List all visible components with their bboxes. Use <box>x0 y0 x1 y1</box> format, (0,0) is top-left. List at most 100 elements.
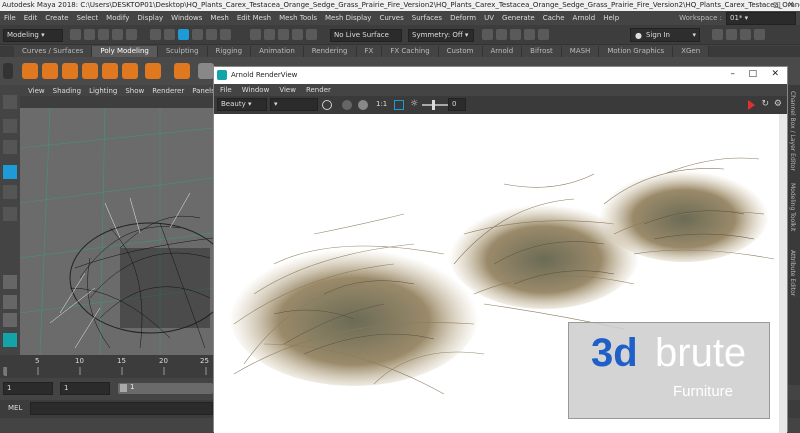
sign-in-button[interactable]: ● Sign In ▾ <box>630 28 700 42</box>
shelf-tab-fx-caching[interactable]: FX Caching <box>382 46 439 57</box>
alpha-channel-icon[interactable] <box>358 100 368 110</box>
shelf-tab-motion-graphics[interactable]: Motion Graphics <box>599 46 674 57</box>
menu-display[interactable]: Display <box>133 14 167 22</box>
viewport-menu-renderer[interactable]: Renderer <box>152 87 184 95</box>
close-icon[interactable]: ✕ <box>771 69 779 79</box>
tool-settings-toggle-icon[interactable] <box>740 29 751 40</box>
open-scene-icon[interactable] <box>84 29 95 40</box>
menu-modify[interactable]: Modify <box>102 14 133 22</box>
poly-platonic-icon[interactable] <box>174 63 190 79</box>
mode-dropdown[interactable]: Modeling ▾ <box>3 29 63 42</box>
menu-mesh-tools[interactable]: Mesh Tools <box>275 14 321 22</box>
rotate-tool-icon[interactable] <box>3 185 17 199</box>
mel-input[interactable] <box>30 402 213 415</box>
render-view-window[interactable]: Arnold RenderView – □ ✕ File Window View… <box>213 66 788 433</box>
viewport-panel[interactable]: View Shading Lighting Show Renderer Pane… <box>20 85 215 355</box>
shelf-tab-mash[interactable]: MASH <box>561 46 600 57</box>
menu-windows[interactable]: Windows <box>167 14 206 22</box>
snap-curve-icon[interactable] <box>264 29 275 40</box>
snap-point-icon[interactable] <box>278 29 289 40</box>
menu-edit-mesh[interactable]: Edit Mesh <box>233 14 275 22</box>
shelf-tab-bifrost[interactable]: Bifrost <box>522 46 562 57</box>
select-hierarchy-icon[interactable] <box>150 29 161 40</box>
shelf-tab-rigging[interactable]: Rigging <box>207 46 252 57</box>
shelf-menu-icon[interactable] <box>0 46 14 57</box>
viewport-menu-shading[interactable]: Shading <box>53 87 81 95</box>
save-scene-icon[interactable] <box>98 29 109 40</box>
render-settings-icon[interactable] <box>510 29 521 40</box>
shelf-tab-arnold[interactable]: Arnold <box>482 46 523 57</box>
poly-sphere-icon[interactable] <box>22 63 38 79</box>
rv-menu-file[interactable]: File <box>220 86 232 94</box>
rv-menu-view[interactable]: View <box>279 86 296 94</box>
poly-plane-icon[interactable] <box>122 63 138 79</box>
live-surface-dropdown[interactable]: No Live Surface <box>330 29 402 42</box>
poly-disc-icon[interactable] <box>145 63 161 79</box>
attribute-editor-toggle-icon[interactable] <box>726 29 737 40</box>
snap-plane-icon[interactable] <box>292 29 303 40</box>
mel-label[interactable]: MEL <box>8 404 22 412</box>
select-tool-icon[interactable] <box>3 95 17 109</box>
combine-icon[interactable] <box>198 63 214 79</box>
arnold-render-icon[interactable] <box>538 29 549 40</box>
minimize-icon[interactable]: – <box>756 0 770 9</box>
select-face-icon[interactable] <box>220 29 231 40</box>
undo-icon[interactable] <box>112 29 123 40</box>
gear-icon[interactable] <box>322 100 332 110</box>
range-bar[interactable]: 1 <box>118 383 213 394</box>
viewport-menu-lighting[interactable]: Lighting <box>89 87 117 95</box>
snap-surface-icon[interactable] <box>306 29 317 40</box>
menu-arnold[interactable]: Arnold <box>569 14 600 22</box>
menu-file[interactable]: File <box>0 14 20 22</box>
menu-create[interactable]: Create <box>41 14 72 22</box>
new-scene-icon[interactable] <box>70 29 81 40</box>
menu-help[interactable]: Help <box>599 14 623 22</box>
select-component-icon[interactable] <box>178 29 189 40</box>
rgb-channel-icon[interactable] <box>342 100 352 110</box>
shelf-tab-rendering[interactable]: Rendering <box>303 46 357 57</box>
poly-cylinder-icon[interactable] <box>62 63 78 79</box>
menu-surfaces[interactable]: Surfaces <box>408 14 446 22</box>
tab-modeling-toolkit[interactable]: Modeling Toolkit <box>789 183 796 231</box>
layout-four-icon[interactable] <box>3 295 17 309</box>
menu-select[interactable]: Select <box>73 14 103 22</box>
modeling-toolkit-toggle-icon[interactable] <box>712 29 723 40</box>
tab-channel-box[interactable]: Channel Box / Layer Editor <box>789 91 796 171</box>
menu-mesh[interactable]: Mesh <box>206 14 232 22</box>
channel-box-toggle-icon[interactable] <box>754 29 765 40</box>
menu-cache[interactable]: Cache <box>539 14 569 22</box>
zoom-ratio[interactable]: 1:1 <box>376 100 387 108</box>
exposure-field[interactable]: 0 <box>448 98 466 111</box>
menu-edit[interactable]: Edit <box>20 14 42 22</box>
symmetry-dropdown[interactable]: Symmetry: Off ▾ <box>408 29 474 42</box>
rv-menu-window[interactable]: Window <box>242 86 270 94</box>
rv-menu-render[interactable]: Render <box>306 86 331 94</box>
playback-start-field[interactable]: 1 <box>60 382 110 395</box>
shelf-tab-fx[interactable]: FX <box>356 46 383 57</box>
time-slider[interactable]: 5 10 15 20 25 <box>0 355 213 378</box>
settings-icon[interactable]: ⚙ <box>774 99 782 109</box>
viewport-menu-view[interactable]: View <box>28 87 45 95</box>
ipr-render-icon[interactable] <box>496 29 507 40</box>
workspace-dropdown[interactable]: 01* ▾ <box>726 11 796 25</box>
tab-attribute-editor[interactable]: Attribute Editor <box>789 250 796 296</box>
exposure-slider[interactable] <box>422 104 448 106</box>
menu-curves[interactable]: Curves <box>375 14 407 22</box>
camera-dropdown[interactable]: ▾ <box>270 98 318 111</box>
layout-single-icon[interactable] <box>3 275 17 289</box>
snap-grid-icon[interactable] <box>250 29 261 40</box>
exposure-handle[interactable] <box>432 100 435 110</box>
range-start-field[interactable]: 1 <box>3 382 53 395</box>
close-icon[interactable]: ✕ <box>784 0 798 9</box>
region-render-icon[interactable] <box>394 100 404 110</box>
viewport-menu-show[interactable]: Show <box>125 87 144 95</box>
shelf-tab-custom[interactable]: Custom <box>438 46 483 57</box>
maximize-icon[interactable]: □ <box>770 0 784 9</box>
minimize-icon[interactable]: – <box>731 69 736 79</box>
render-view-scrollbar[interactable] <box>779 114 787 433</box>
render-current-icon[interactable] <box>482 29 493 40</box>
menu-uv[interactable]: UV <box>480 14 498 22</box>
scale-tool-icon[interactable] <box>3 207 17 221</box>
poly-torus-icon[interactable] <box>102 63 118 79</box>
shelf-tab-poly-modeling[interactable]: Poly Modeling <box>92 46 158 57</box>
